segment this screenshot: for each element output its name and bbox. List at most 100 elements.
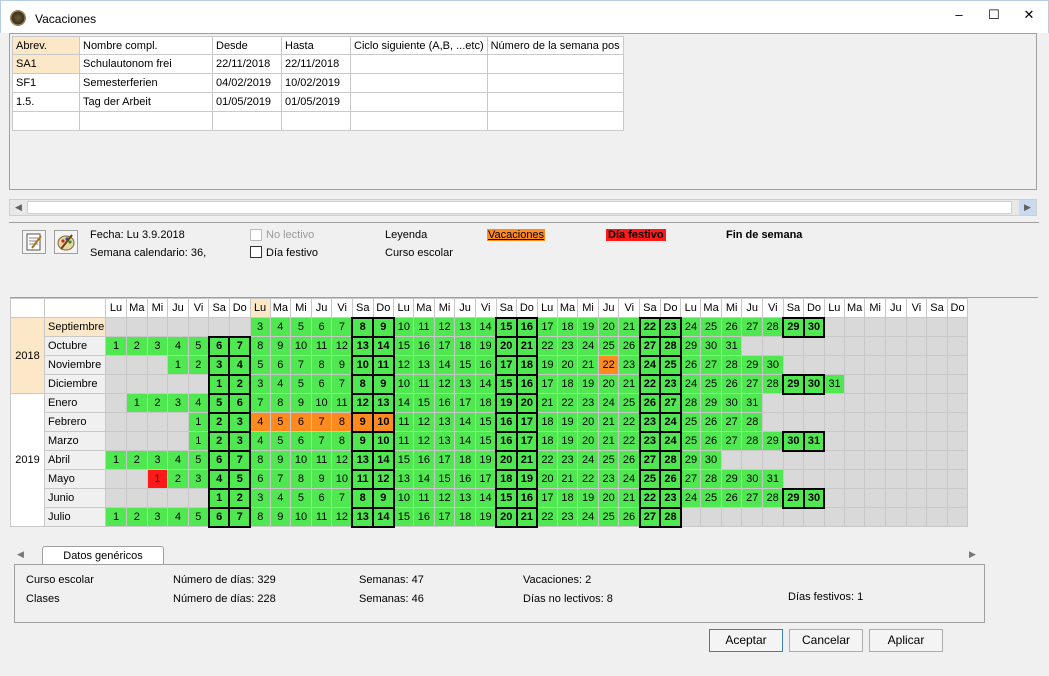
day-cell[interactable]: 5 (290, 488, 312, 508)
day-cell[interactable]: 7 (331, 317, 353, 337)
day-cell[interactable]: 6 (207, 506, 231, 528)
day-cell[interactable]: 28 (741, 431, 764, 451)
day-cell[interactable]: 14 (474, 488, 497, 508)
day-cell[interactable]: 12 (413, 412, 435, 432)
day-cell[interactable]: 18 (536, 431, 558, 451)
day-cell[interactable]: 26 (618, 450, 641, 470)
day-cell[interactable]: 9 (351, 411, 375, 433)
day-cell[interactable]: 28 (762, 488, 784, 508)
day-cell[interactable]: 16 (495, 411, 518, 433)
day-cell[interactable]: 10 (351, 354, 375, 376)
day-cell[interactable]: 18 (454, 336, 476, 356)
day-cell[interactable]: 27 (741, 488, 764, 508)
table-cell[interactable] (486, 73, 624, 93)
day-cell[interactable]: 18 (474, 393, 497, 413)
table-cell[interactable]: 01/05/2019 (281, 92, 351, 112)
day-cell[interactable]: 13 (454, 488, 476, 508)
day-cell[interactable]: 13 (433, 412, 456, 432)
day-cell[interactable]: 21 (577, 355, 599, 375)
day-cell[interactable]: 3 (146, 336, 169, 356)
table-cell[interactable]: 04/02/2019 (212, 73, 282, 93)
month-label[interactable]: Septiembre (44, 317, 106, 337)
day-cell[interactable]: 23 (556, 507, 579, 527)
day-cell[interactable]: 18 (495, 468, 518, 490)
day-cell[interactable]: 19 (474, 450, 497, 470)
dia-festivo-checkbox[interactable] (250, 246, 262, 258)
day-cell[interactable]: 6 (207, 449, 231, 471)
day-cell[interactable]: 8 (249, 507, 271, 527)
day-cell[interactable]: 22 (638, 487, 662, 509)
day-cell[interactable]: 22 (638, 316, 662, 338)
color-palette-button[interactable] (54, 230, 78, 254)
day-cell[interactable]: 12 (331, 336, 353, 356)
day-cell[interactable]: 29 (700, 393, 722, 413)
day-cell[interactable]: 5 (269, 412, 292, 432)
table-cell[interactable] (486, 111, 624, 131)
day-cell[interactable]: 24 (638, 354, 662, 376)
day-cell[interactable]: 22 (597, 355, 620, 375)
day-cell[interactable]: 21 (618, 317, 641, 337)
day-cell[interactable]: 7 (228, 449, 252, 471)
day-cell[interactable]: 14 (413, 469, 435, 489)
day-cell[interactable]: 4 (269, 488, 292, 508)
day-cell[interactable]: 13 (351, 449, 375, 471)
day-cell[interactable]: 6 (228, 392, 252, 414)
day-cell[interactable]: 20 (495, 449, 518, 471)
day-cell[interactable]: 22 (536, 507, 558, 527)
day-cell[interactable]: 1 (187, 431, 210, 451)
day-cell[interactable]: 3 (228, 411, 252, 433)
day-cell[interactable]: 18 (515, 354, 539, 376)
table-cell[interactable] (350, 92, 488, 112)
day-cell[interactable]: 18 (556, 317, 579, 337)
month-label[interactable]: Junio (44, 488, 106, 508)
day-cell[interactable]: 11 (310, 336, 333, 356)
day-cell[interactable]: 1 (105, 450, 127, 470)
day-cell[interactable]: 17 (433, 450, 456, 470)
day-cell[interactable]: 9 (351, 430, 375, 452)
table-row[interactable] (12, 111, 624, 131)
day-cell[interactable]: 30 (700, 336, 722, 356)
day-cell[interactable]: 24 (577, 336, 599, 356)
aplicar-button[interactable]: Aplicar (869, 629, 943, 652)
day-cell[interactable]: 9 (310, 469, 333, 489)
day-cell[interactable]: 23 (638, 430, 662, 452)
day-cell[interactable]: 4 (269, 374, 292, 394)
day-cell[interactable]: 9 (269, 450, 292, 470)
scroll-left-arrow-icon[interactable]: ◀ (10, 200, 27, 215)
day-cell[interactable]: 9 (372, 487, 395, 509)
day-cell[interactable]: 3 (228, 430, 252, 452)
day-cell[interactable]: 8 (331, 431, 353, 451)
column-header-4[interactable]: Ciclo siguiente (A,B, ...etc) (350, 36, 488, 55)
day-cell[interactable]: 30 (762, 355, 784, 375)
day-cell[interactable]: 30 (802, 373, 826, 395)
day-cell[interactable]: 7 (331, 374, 353, 394)
aceptar-button[interactable]: Aceptar (709, 629, 783, 652)
day-cell[interactable]: 3 (187, 469, 210, 489)
day-cell[interactable]: 1 (207, 487, 231, 509)
day-cell[interactable]: 12 (433, 488, 456, 508)
day-cell[interactable]: 23 (618, 355, 641, 375)
day-cell[interactable]: 14 (393, 393, 415, 413)
day-cell[interactable]: 16 (454, 469, 476, 489)
day-cell[interactable]: 13 (351, 335, 375, 357)
day-cell[interactable]: 18 (454, 507, 476, 527)
day-cell[interactable]: 13 (433, 431, 456, 451)
day-cell[interactable]: 14 (474, 317, 497, 337)
day-cell[interactable]: 13 (454, 374, 476, 394)
day-cell[interactable]: 14 (454, 431, 476, 451)
month-label[interactable]: Marzo (44, 431, 106, 451)
table-cell[interactable]: 1.5. (12, 92, 80, 112)
minimize-button[interactable]: – (944, 5, 974, 27)
day-cell[interactable]: 11 (393, 412, 415, 432)
table-cell[interactable]: Tag der Arbeit (79, 92, 213, 112)
day-cell[interactable]: 3 (146, 507, 169, 527)
day-cell[interactable]: 2 (228, 373, 252, 395)
day-cell[interactable]: 25 (700, 488, 722, 508)
day-cell[interactable]: 23 (556, 336, 579, 356)
column-header-0[interactable]: Abrev. (12, 36, 80, 55)
day-cell[interactable]: 3 (207, 354, 231, 376)
day-cell[interactable]: 11 (413, 488, 435, 508)
day-cell[interactable]: 12 (331, 450, 353, 470)
day-cell[interactable]: 26 (720, 317, 743, 337)
day-cell[interactable]: 26 (638, 392, 662, 414)
